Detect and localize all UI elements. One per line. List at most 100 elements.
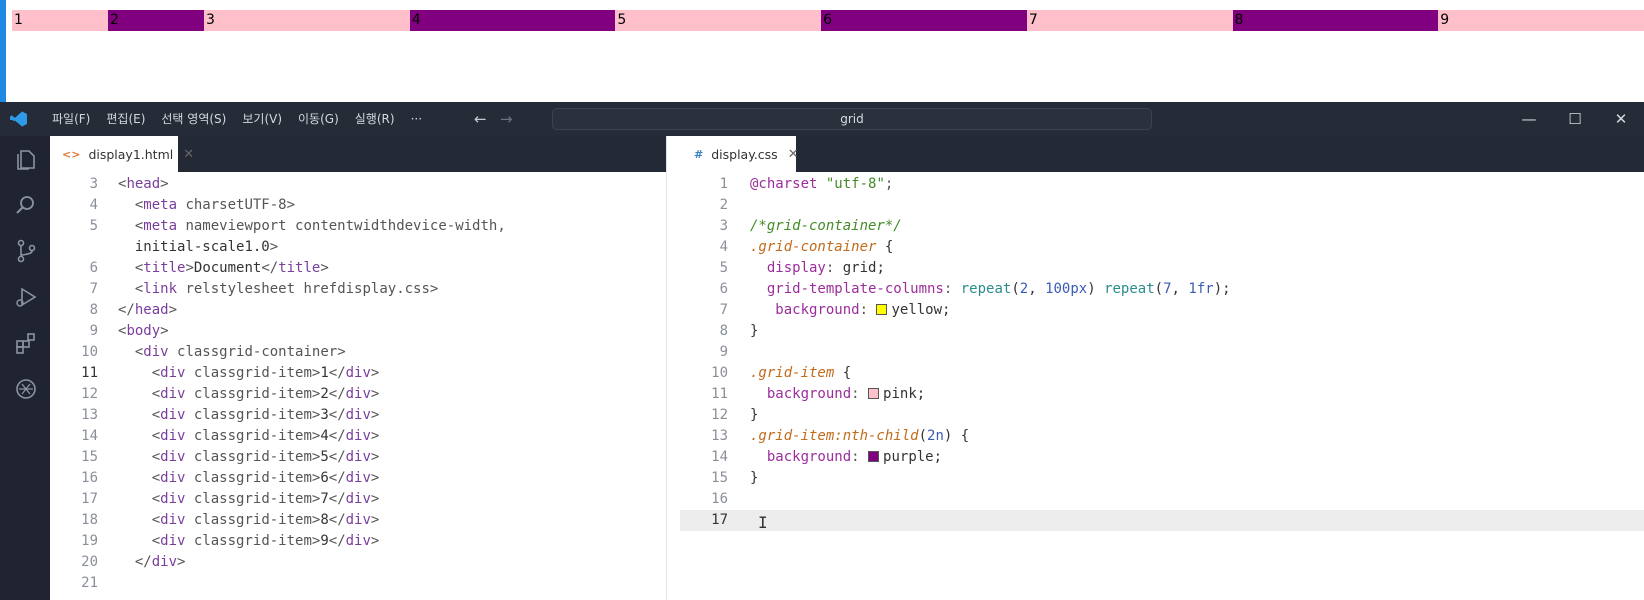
code-line[interactable]: 10 .grid-item { (680, 363, 1644, 384)
code-line[interactable]: 17 <div classgrid-item>7</div> (50, 489, 666, 510)
tab-label: display1.html (88, 146, 174, 162)
line-number: 17 (711, 512, 728, 528)
tab-display1-html[interactable]: <> display1.html ✕ (50, 136, 194, 172)
color-swatch[interactable] (868, 388, 880, 399)
code-line[interactable]: 17 (680, 510, 1644, 531)
line-number: 4 (89, 197, 98, 213)
line-number: 10 (81, 344, 98, 360)
code-line[interactable]: 7 <link relstylesheet hrefdisplay.css> (50, 279, 666, 300)
code-line[interactable]: 13 .grid-item:nth-child(2n) { (680, 426, 1644, 447)
source-control-icon[interactable] (13, 238, 39, 264)
code-line[interactable]: 11 <div classgrid-item>1</div> (50, 363, 666, 384)
code-line[interactable]: 10 <div classgrid-container> (50, 342, 666, 363)
menu-item[interactable]: 실행(R) (347, 102, 403, 136)
grid-item-preview: 4 (409, 10, 616, 31)
menu-bar: 파일(F) 편집(E) 선택 영역(S) 보기(V) 이동(G) 실행(R) ··· (44, 102, 430, 136)
code-text: grid-template-columns: repeat(2, 100px) … (766, 281, 1231, 297)
code-line[interactable]: 14 background: purple; (680, 447, 1644, 468)
code-line[interactable]: 21 (50, 573, 666, 594)
code-text: <link relstylesheet hrefdisplay.css> (134, 281, 439, 297)
code-line[interactable]: 13 <div classgrid-item>3</div> (50, 405, 666, 426)
code-text: <div classgrid-item>1</div> (151, 365, 380, 381)
css-editor[interactable]: 1 @charset "utf-8"; 2 3 /*grid-container*/ 4.… (680, 172, 1644, 600)
code-line[interactable]: 1 @charset "utf-8"; (680, 174, 1644, 195)
maximize-icon[interactable]: ☐ (1552, 102, 1598, 136)
code-line[interactable]: 7 background: yellow; (680, 300, 1644, 321)
code-text: <div classgrid-item>4</div> (151, 428, 380, 444)
chatgpt-icon[interactable] (13, 376, 39, 402)
menu-item[interactable]: 파일(F) (44, 102, 98, 136)
color-swatch[interactable] (868, 451, 880, 462)
code-text: <div classgrid-item>9</div> (151, 533, 380, 549)
menu-item[interactable]: ··· (403, 102, 430, 136)
code-line[interactable]: 9 (680, 342, 1644, 363)
code-line[interactable]: 8 </head> (50, 300, 666, 321)
code-line[interactable]: 6 <title>Document</title> (50, 258, 666, 279)
grid-item-preview: 2 (108, 10, 204, 31)
code-text: </head> (118, 302, 178, 318)
code-line[interactable]: 20 </div> (50, 552, 666, 573)
line-number: 8 (719, 323, 728, 339)
menu-item[interactable]: 편집(E) (98, 102, 153, 136)
code-line[interactable]: 12 <div classgrid-item>2</div> (50, 384, 666, 405)
color-swatch[interactable] (876, 304, 888, 315)
code-text: <meta nameviewport contentwidthdevice-wi… (134, 218, 506, 234)
line-number: 7 (89, 281, 98, 297)
close-window-icon[interactable]: ✕ (1598, 102, 1644, 136)
html-editor[interactable]: 3 <head> 4 <meta charsetUTF-8> 5 <meta name… (50, 172, 666, 600)
close-tab-icon[interactable]: ✕ (788, 147, 799, 162)
code-line[interactable]: 15} (680, 468, 1644, 489)
line-number: 11 (81, 365, 98, 381)
line-number: 7 (719, 302, 728, 318)
command-center-search[interactable]: grid (552, 108, 1152, 130)
extensions-icon[interactable] (13, 330, 39, 356)
code-line[interactable]: 3 /*grid-container*/ (680, 216, 1644, 237)
back-arrow-icon[interactable]: ← (474, 102, 487, 136)
search-icon[interactable] (13, 192, 39, 218)
code-line[interactable]: 11 background: pink; (680, 384, 1644, 405)
code-line[interactable]: 19 <div classgrid-item>9</div> (50, 531, 666, 552)
code-line[interactable]: 8} (680, 321, 1644, 342)
code-line[interactable]: 16 <div classgrid-item>6</div> (50, 468, 666, 489)
line-number: 21 (81, 575, 98, 591)
menu-item[interactable]: 이동(G) (290, 102, 347, 136)
tab-display-css[interactable]: # display.css ✕ (680, 136, 799, 172)
grid-item-preview: 1 (12, 10, 108, 31)
line-number: 20 (81, 554, 98, 570)
activity-bar (0, 136, 50, 600)
code-line[interactable]: initial-scale1.0> (50, 237, 666, 258)
code-text: display: grid; (766, 260, 885, 276)
code-line[interactable]: 15 <div classgrid-item>5</div> (50, 447, 666, 468)
menu-item[interactable]: 선택 영역(S) (153, 102, 234, 136)
line-number: 16 (81, 470, 98, 486)
code-line[interactable]: 18 <div classgrid-item>8</div> (50, 510, 666, 531)
code-line[interactable]: 12} (680, 405, 1644, 426)
code-line[interactable]: 4 .grid-container { (680, 237, 1644, 258)
code-line[interactable]: 6 grid-template-columns: repeat(2, 100px… (680, 279, 1644, 300)
code-text: .grid-container { (750, 239, 894, 255)
forward-arrow-icon[interactable]: → (500, 102, 513, 136)
minimize-icon[interactable]: — (1506, 102, 1552, 136)
code-line[interactable]: 16 (680, 489, 1644, 510)
grid-item-preview: 8 (1232, 10, 1439, 31)
code-line[interactable]: 3 <head> (50, 174, 666, 195)
line-number: 14 (81, 428, 98, 444)
grid-item-preview: 5 (615, 10, 822, 31)
line-number: 12 (81, 386, 98, 402)
editor-split-divider[interactable] (666, 136, 680, 600)
search-text: grid (840, 112, 864, 126)
menu-item[interactable]: 보기(V) (234, 102, 290, 136)
code-text: initial-scale1.0> (118, 239, 279, 255)
explorer-icon[interactable] (13, 146, 39, 172)
close-tab-icon[interactable]: ✕ (183, 147, 194, 162)
line-number: 14 (711, 449, 728, 465)
code-line[interactable]: 5 <meta nameviewport contentwidthdevice-… (50, 216, 666, 237)
code-line[interactable]: 5 display: grid; (680, 258, 1644, 279)
line-number: 13 (81, 407, 98, 423)
code-line[interactable]: 9 <body> (50, 321, 666, 342)
code-line[interactable]: 4 <meta charsetUTF-8> (50, 195, 666, 216)
run-debug-icon[interactable] (13, 284, 39, 310)
grid-container-preview: 123456789 (12, 10, 1644, 31)
code-line[interactable]: 2 (680, 195, 1644, 216)
code-line[interactable]: 14 <div classgrid-item>4</div> (50, 426, 666, 447)
